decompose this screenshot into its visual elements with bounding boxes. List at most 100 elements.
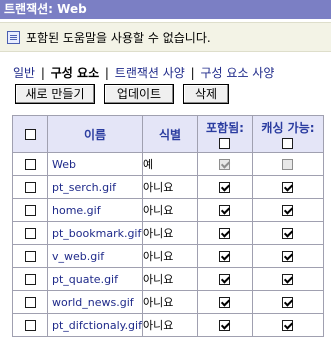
cacheable-checkbox[interactable] [282, 297, 294, 308]
column-included-header: 포함됨: [196, 115, 253, 153]
table-row: pt_quate.gif 아니요 [12, 267, 324, 291]
included-all-checkbox[interactable] [219, 138, 231, 149]
cacheable-checkbox[interactable] [282, 182, 294, 193]
update-button[interactable]: 업데이트 [104, 84, 174, 104]
tab-separator: | [101, 66, 113, 80]
cacheable-checkbox[interactable] [282, 274, 294, 285]
new-button[interactable]: 새로 만들기 [15, 84, 95, 104]
delete-button[interactable]: 삭제 [183, 84, 229, 104]
cacheable-checkbox[interactable] [282, 320, 294, 331]
component-identify: 아니요 [141, 198, 198, 222]
help-info-text: 포함된 도움말을 사용할 수 없습니다. [26, 30, 211, 45]
tab-component-spec[interactable]: 구성 요소 사양 [201, 66, 275, 80]
info-panel-icon [7, 30, 20, 44]
column-identify-label: 식별 [158, 127, 182, 142]
included-checkbox[interactable] [219, 182, 231, 193]
cacheable-cell [251, 313, 324, 337]
included-cell [196, 152, 253, 176]
component-identify: 예 [141, 152, 198, 176]
row-select-cell [12, 267, 48, 291]
included-cell [196, 267, 253, 291]
included-checkbox[interactable] [219, 297, 231, 308]
component-identify: 아니요 [141, 290, 198, 314]
row-select-cell [12, 198, 48, 222]
cacheable-all-checkbox[interactable] [282, 138, 294, 149]
table-row: Web 예 [12, 152, 324, 176]
components-table: 이름 식별 포함됨: 캐싱 가능: Web 예 pt_serch.gif 아니요 hom… [12, 115, 324, 337]
cacheable-cell [251, 198, 324, 222]
included-checkbox[interactable] [219, 205, 231, 216]
included-cell [196, 290, 253, 314]
included-cell [196, 313, 253, 337]
tab-general[interactable]: 일반 [13, 66, 35, 80]
column-cacheable-label: 캐싱 가능: [261, 121, 315, 135]
row-select-cell [12, 152, 48, 176]
component-identify: 아니요 [141, 244, 198, 268]
table-body: Web 예 pt_serch.gif 아니요 home.gif 아니요 pt_bookmar… [12, 152, 324, 337]
row-select-checkbox[interactable] [24, 159, 36, 170]
row-select-cell [12, 290, 48, 314]
tab-components[interactable]: 구성 요소 [51, 66, 99, 80]
row-select-cell [12, 244, 48, 268]
row-select-checkbox[interactable] [24, 205, 36, 216]
help-info-bar: 포함된 도움말을 사용할 수 없습니다. [0, 22, 331, 52]
table-row: pt_bookmark.gif 아니요 [12, 221, 324, 245]
included-checkbox [219, 159, 231, 170]
component-identify: 아니요 [141, 175, 198, 199]
included-cell [196, 244, 253, 268]
component-name[interactable]: v_web.gif [47, 244, 143, 268]
cacheable-cell [251, 290, 324, 314]
component-name[interactable]: world_news.gif [47, 290, 143, 314]
tab-navigation: 일반 | 구성 요소 | 트랜잭션 사양 | 구성 요소 사양 [13, 64, 274, 81]
cacheable-cell [251, 221, 324, 245]
tab-separator: | [37, 66, 49, 80]
cacheable-checkbox[interactable] [282, 205, 294, 216]
row-select-checkbox[interactable] [24, 228, 36, 239]
column-name-label: 이름 [83, 127, 107, 142]
included-cell [196, 221, 253, 245]
included-checkbox[interactable] [219, 274, 231, 285]
table-row: pt_serch.gif 아니요 [12, 175, 324, 199]
cacheable-cell [251, 244, 324, 268]
included-checkbox[interactable] [219, 228, 231, 239]
table-row: world_news.gif 아니요 [12, 290, 324, 314]
cacheable-checkbox[interactable] [282, 228, 294, 239]
included-cell [196, 175, 253, 199]
tab-separator: | [186, 66, 199, 80]
cacheable-checkbox[interactable] [282, 251, 294, 262]
component-identify: 아니요 [141, 267, 198, 291]
row-select-checkbox[interactable] [24, 274, 36, 285]
row-select-cell [12, 175, 48, 199]
component-name[interactable]: Web [47, 152, 143, 176]
row-select-checkbox[interactable] [24, 182, 36, 193]
window-title: 트랜잭션: Web [0, 0, 331, 19]
row-select-cell [12, 221, 48, 245]
cacheable-checkbox [282, 159, 294, 170]
component-identify: 아니요 [141, 221, 198, 245]
tab-transaction-spec[interactable]: 트랜잭션 사양 [115, 66, 185, 80]
table-row: home.gif 아니요 [12, 198, 324, 222]
select-all-header [12, 115, 48, 153]
column-name-header[interactable]: 이름 [47, 115, 143, 153]
component-name[interactable]: pt_bookmark.gif [47, 221, 143, 245]
table-row: v_web.gif 아니요 [12, 244, 324, 268]
component-name[interactable]: pt_serch.gif [47, 175, 143, 199]
component-identify: 아니요 [141, 313, 198, 337]
column-included-label: 포함됨: [206, 121, 244, 135]
table-header-row: 이름 식별 포함됨: 캐싱 가능: [12, 115, 324, 153]
included-cell [196, 198, 253, 222]
row-select-checkbox[interactable] [24, 251, 36, 262]
cacheable-cell [251, 267, 324, 291]
column-identify-header[interactable]: 식별 [141, 115, 198, 153]
row-select-checkbox[interactable] [24, 320, 36, 331]
component-name[interactable]: home.gif [47, 198, 143, 222]
component-name[interactable]: pt_quate.gif [47, 267, 143, 291]
included-checkbox[interactable] [219, 320, 231, 331]
table-row: pt_difctionaly.gif 아니요 [12, 313, 324, 337]
row-select-checkbox[interactable] [24, 297, 36, 308]
cacheable-cell [251, 152, 324, 176]
included-checkbox[interactable] [219, 251, 231, 262]
component-name[interactable]: pt_difctionaly.gif [47, 313, 143, 337]
select-all-checkbox[interactable] [24, 129, 36, 140]
row-select-cell [12, 313, 48, 337]
